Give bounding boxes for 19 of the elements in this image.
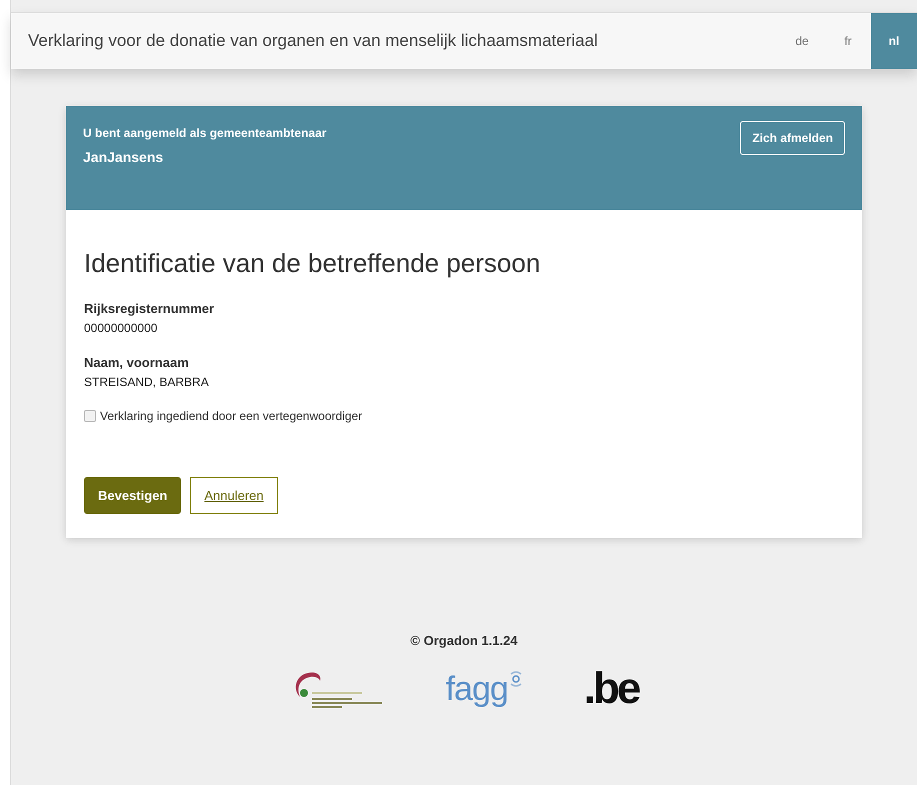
confirm-button[interactable]: Bevestigen [84, 477, 182, 514]
copyright-text: © Orgadon 1.1.24 [410, 633, 518, 648]
logout-button[interactable]: Zich afmelden [740, 121, 845, 155]
language-tab[interactable]: de [779, 13, 825, 69]
user-name: JanJansens [83, 149, 164, 165]
role-text: U bent aangemeld als gemeenteambtenaar [83, 126, 326, 140]
field-label: Rijksregisternummer [84, 301, 216, 316]
checkbox[interactable] [84, 410, 96, 422]
field-label: Naam, voornaam [84, 355, 190, 370]
form-title: Identificatie van de betreffende persoon [84, 248, 542, 279]
checkbox-label: Verklaring ingediend door een vertegenwoordiger [100, 409, 362, 423]
cancel-button[interactable]: Annuleren [190, 477, 278, 514]
page-title: Verklaring voor de donatie van organen en van menselijk lichaamsmateriaal [27, 31, 598, 51]
language-tab[interactable]: fr [825, 13, 871, 69]
language-tab[interactable]: nl [871, 13, 917, 69]
be-logo: .be [584, 664, 638, 714]
field-value: 00000000000 [84, 321, 158, 335]
fagg-logo: fagg [446, 670, 508, 708]
field-value: STREISAND, BARBRA [84, 375, 210, 389]
